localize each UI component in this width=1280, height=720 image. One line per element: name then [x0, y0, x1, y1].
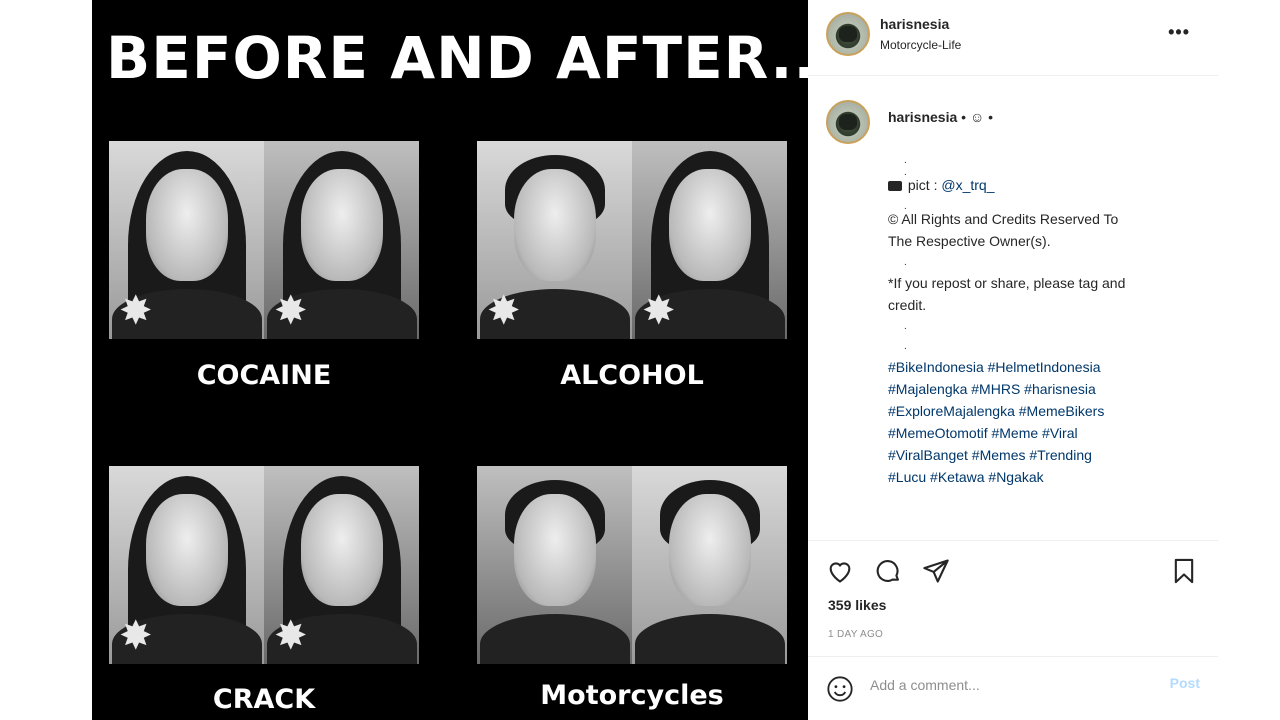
panel-label-motorcycles: Motorcycles — [540, 680, 724, 711]
heart-icon[interactable] — [826, 557, 854, 585]
hashtag-line[interactable]: #MemeOtomotif #Meme #Viral — [888, 422, 1198, 444]
avatar[interactable] — [826, 12, 870, 56]
emoji-icon[interactable] — [826, 675, 854, 703]
hashtag-line[interactable]: #BikeIndonesia #HelmetIndonesia — [888, 356, 1198, 378]
likes-count[interactable]: 359 likes — [828, 597, 886, 613]
panel-alcohol: ✸ ✸ — [477, 141, 787, 339]
camera-icon — [888, 181, 902, 192]
badge-icon: ✸ — [119, 289, 153, 333]
hashtag-line[interactable]: #Majalengka #MHRS #harisnesia — [888, 378, 1198, 400]
mugshot-before: ✸ — [109, 141, 264, 339]
comment-icon[interactable] — [874, 557, 902, 585]
mugshot-after: ✸ — [264, 141, 419, 339]
caption: harisnesia • ☺ • . . pict : @x_trq_ . © … — [808, 78, 1218, 538]
post-sidebar: harisnesia Motorcycle-Life ••• harisnesi… — [808, 0, 1218, 720]
panel-label-alcohol: ALCOHOL — [560, 360, 704, 391]
caption-username[interactable]: harisnesia — [888, 109, 957, 125]
avatar[interactable] — [826, 100, 870, 144]
instagram-post: BEFORE AND AFTER... ✸ ✸ COCAINE ✸ ✸ ALCO… — [92, 0, 1218, 720]
action-bar: 359 likes 1 DAY AGO — [808, 540, 1218, 660]
comment-input[interactable] — [870, 671, 1140, 699]
bookmark-icon[interactable] — [1170, 557, 1198, 585]
mugshot-after: ✸ — [632, 141, 787, 339]
panel-crack: ✸ ✸ — [109, 466, 419, 664]
post-image[interactable]: BEFORE AND AFTER... ✸ ✸ COCAINE ✸ ✸ ALCO… — [92, 0, 808, 720]
badge-icon: ✸ — [642, 289, 676, 333]
post-header: harisnesia Motorcycle-Life ••• — [808, 0, 1218, 76]
comment-bar: Post — [808, 656, 1218, 720]
hashtag-line[interactable]: #ExploreMajalengka #MemeBikers — [888, 400, 1198, 422]
more-options-icon[interactable]: ••• — [1168, 22, 1190, 43]
panel-motorcycles — [477, 466, 787, 664]
panel-cocaine: ✸ ✸ — [109, 141, 419, 339]
mugshot-before: ✸ — [109, 466, 264, 664]
badge-icon: ✸ — [487, 289, 521, 333]
badge-icon: ✸ — [274, 289, 308, 333]
portrait-after — [632, 466, 787, 664]
share-icon[interactable] — [922, 557, 950, 585]
badge-icon: ✸ — [274, 614, 308, 658]
pict-credit-line: pict : @x_trq_ — [888, 174, 1198, 196]
post-comment-button[interactable]: Post — [1170, 675, 1200, 691]
panel-label-crack: CRACK — [212, 684, 316, 715]
mugshot-after: ✸ — [264, 466, 419, 664]
panel-label-cocaine: COCAINE — [196, 360, 332, 391]
portrait-before — [477, 466, 632, 664]
post-timestamp[interactable]: 1 DAY AGO — [828, 629, 883, 640]
header-username[interactable]: harisnesia — [880, 16, 949, 32]
mugshot-before: ✸ — [477, 141, 632, 339]
hashtag-line[interactable]: #ViralBanget #Memes #Trending — [888, 444, 1198, 466]
caption-body: . . pict : @x_trq_ . © All Rights and Cr… — [888, 150, 1198, 488]
caption-emoji-text: • ☺ • — [957, 109, 994, 125]
image-headline: BEFORE AND AFTER... — [106, 24, 808, 92]
location-link[interactable]: Motorcycle-Life — [880, 38, 961, 52]
mention-link[interactable]: @x_trq_ — [941, 177, 994, 193]
badge-icon: ✸ — [119, 614, 153, 658]
hashtag-line[interactable]: #Lucu #Ketawa #Ngakak — [888, 466, 1198, 488]
